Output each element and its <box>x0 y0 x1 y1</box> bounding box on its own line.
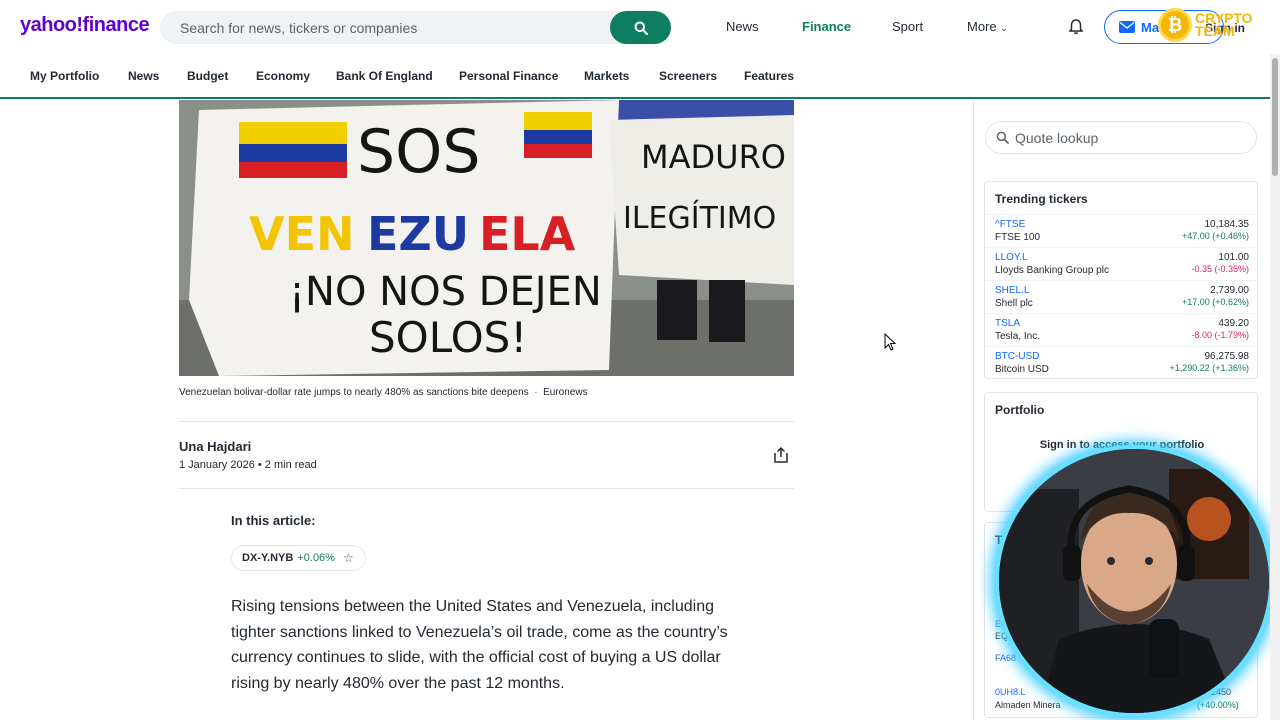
svg-text:SOS: SOS <box>357 117 480 187</box>
ticker-change: +47.00 (+0.46%) <box>1181 231 1249 241</box>
mail-icon <box>1119 21 1135 33</box>
nav-more-label: More <box>967 19 997 34</box>
ticker-pill-dxy[interactable]: DX-Y.NYB +0.06% ☆ <box>231 545 366 571</box>
scrollbar-thumb[interactable] <box>1272 58 1278 176</box>
ticker-symbol: DX-Y.NYB <box>242 552 294 564</box>
ticker-name: Tesla, Inc. <box>995 331 1041 342</box>
article-date: 1 January 2026 • 2 min read <box>179 459 317 471</box>
ticker-name: Bitcoin USD <box>995 364 1049 375</box>
partial-symbol[interactable]: 0UH8.L <box>995 687 1026 697</box>
ticker-row[interactable]: LLOY.L Lloyds Banking Group plc 101.00 -… <box>985 247 1259 280</box>
ticker-change: +0.06% <box>297 552 335 564</box>
search-button[interactable] <box>610 11 671 44</box>
article-hero-image: SOS VEN EZU ELA ¡NO NOS DEJEN SOLOS! MAD… <box>179 100 794 376</box>
portfolio-title: Portfolio <box>995 403 1045 417</box>
trending-tickers-title: Trending tickers <box>995 192 1088 206</box>
search-bar <box>160 11 671 44</box>
quote-lookup-input[interactable] <box>1015 129 1235 146</box>
svg-text:SOLOS!: SOLOS! <box>369 313 527 362</box>
ticker-row[interactable]: BTC-USD Bitcoin USD 96,275.98 +1,290.22 … <box>985 346 1259 379</box>
ticker-name: Lloyds Banking Group plc <box>995 265 1109 276</box>
svg-text:¡NO NOS DEJEN: ¡NO NOS DEJEN <box>289 269 602 315</box>
subnav-news[interactable]: News <box>128 69 159 83</box>
svg-text:MADURO: MADURO <box>641 138 786 176</box>
sidebar-divider <box>973 100 974 720</box>
divider <box>179 421 794 422</box>
search-icon <box>634 21 648 35</box>
partial-name: Almaden Minera <box>995 700 1061 710</box>
subnav-screeners[interactable]: Screeners <box>659 69 717 83</box>
crypto-team-watermark: ₿ CRYPTO TEAM <box>1158 8 1253 42</box>
article-body: Rising tensions between the United State… <box>231 598 728 692</box>
partial-change: (+40.00%) <box>1197 700 1239 710</box>
finance-subnav: My Portfolio News Budget Economy Bank Of… <box>0 54 1270 99</box>
ticker-symbol[interactable]: BTC-USD <box>995 351 1039 362</box>
chevron-down-icon: ⌄ <box>1000 23 1008 33</box>
search-icon <box>996 131 1009 144</box>
ticker-symbol[interactable]: SHEL.L <box>995 285 1029 296</box>
svg-text:ELA: ELA <box>479 207 576 261</box>
ticker-name: Shell plc <box>995 298 1033 309</box>
ticker-price: 96,275.98 <box>1204 351 1250 362</box>
partial-symbol[interactable]: FA68 <box>995 653 1016 663</box>
article-author[interactable]: Una Hajdari <box>179 439 251 454</box>
in-this-article-label: In this article: <box>231 513 316 528</box>
divider <box>179 488 794 489</box>
ticker-change: -0.35 (-0.35%) <box>1191 264 1249 274</box>
search-input[interactable] <box>180 11 600 44</box>
ticker-price: 439.20 <box>1218 318 1249 329</box>
ticker-symbol[interactable]: ^FTSE <box>995 219 1025 230</box>
star-icon[interactable]: ☆ <box>343 551 354 565</box>
caption-text: Venezuelan bolivar-dollar rate jumps to … <box>179 387 529 398</box>
bell-icon[interactable] <box>1068 19 1084 40</box>
ticker-price: 10,184.35 <box>1204 219 1250 230</box>
crypto-team-label: CRYPTO TEAM <box>1195 11 1253 39</box>
team-label: TEAM <box>1195 23 1235 39</box>
nav-finance[interactable]: Finance <box>802 19 851 34</box>
page-scrollbar[interactable] <box>1270 54 1280 720</box>
share-icon[interactable] <box>772 446 790 469</box>
ticker-price: 101.00 <box>1218 252 1249 263</box>
subnav-personal-finance[interactable]: Personal Finance <box>459 69 558 83</box>
ticker-name: FTSE 100 <box>995 232 1041 243</box>
caption-source: Euronews <box>543 387 588 398</box>
top-bar: yahoo!finance News Finance Sport More ⌄ … <box>0 0 1280 54</box>
subnav-budget[interactable]: Budget <box>187 69 228 83</box>
ticker-price: 2,739.00 <box>1210 285 1249 296</box>
subnav-bank-of-england[interactable]: Bank Of England <box>336 69 433 83</box>
subnav-my-portfolio[interactable]: My Portfolio <box>30 69 99 83</box>
mouse-cursor-icon <box>884 332 897 356</box>
quote-lookup <box>985 121 1257 154</box>
nav-sport[interactable]: Sport <box>892 19 923 34</box>
yahoo-finance-logo[interactable]: yahoo!finance <box>20 14 150 37</box>
ticker-row[interactable]: TSLA Tesla, Inc. 439.20 -8.00 (-1.79%) <box>985 313 1259 346</box>
subnav-economy[interactable]: Economy <box>256 69 310 83</box>
ticker-symbol[interactable]: LLOY.L <box>995 252 1028 263</box>
ticker-row[interactable]: ^FTSE FTSE 100 10,184.35 +47.00 (+0.46%) <box>985 214 1259 247</box>
ticker-change: -8.00 (-1.79%) <box>1191 330 1249 340</box>
svg-text:EZU: EZU <box>367 207 469 261</box>
svg-text:ILEGÍTIMO: ILEGÍTIMO <box>623 200 776 236</box>
subnav-markets[interactable]: Markets <box>584 69 629 83</box>
trending-tickers-card: Trending tickers ^FTSE FTSE 100 10,184.3… <box>984 181 1259 379</box>
image-caption: Venezuelan bolivar-dollar rate jumps to … <box>179 387 588 398</box>
caption-separator: · <box>531 387 541 398</box>
svg-text:VEN: VEN <box>249 207 355 261</box>
webcam-overlay <box>995 445 1273 717</box>
nav-news[interactable]: News <box>726 19 759 34</box>
ticker-change: +1,290.22 (+1.36%) <box>1169 363 1249 373</box>
ticker-symbol[interactable]: TSLA <box>995 318 1020 329</box>
ticker-change: +17.00 (+0.62%) <box>1181 297 1249 307</box>
ticker-row[interactable]: SHEL.L Shell plc 2,739.00 +17.00 (+0.62%… <box>985 280 1259 313</box>
coin-icon: ₿ <box>1158 8 1192 42</box>
subnav-features[interactable]: Features <box>744 69 794 83</box>
nav-more[interactable]: More ⌄ <box>967 19 1008 34</box>
